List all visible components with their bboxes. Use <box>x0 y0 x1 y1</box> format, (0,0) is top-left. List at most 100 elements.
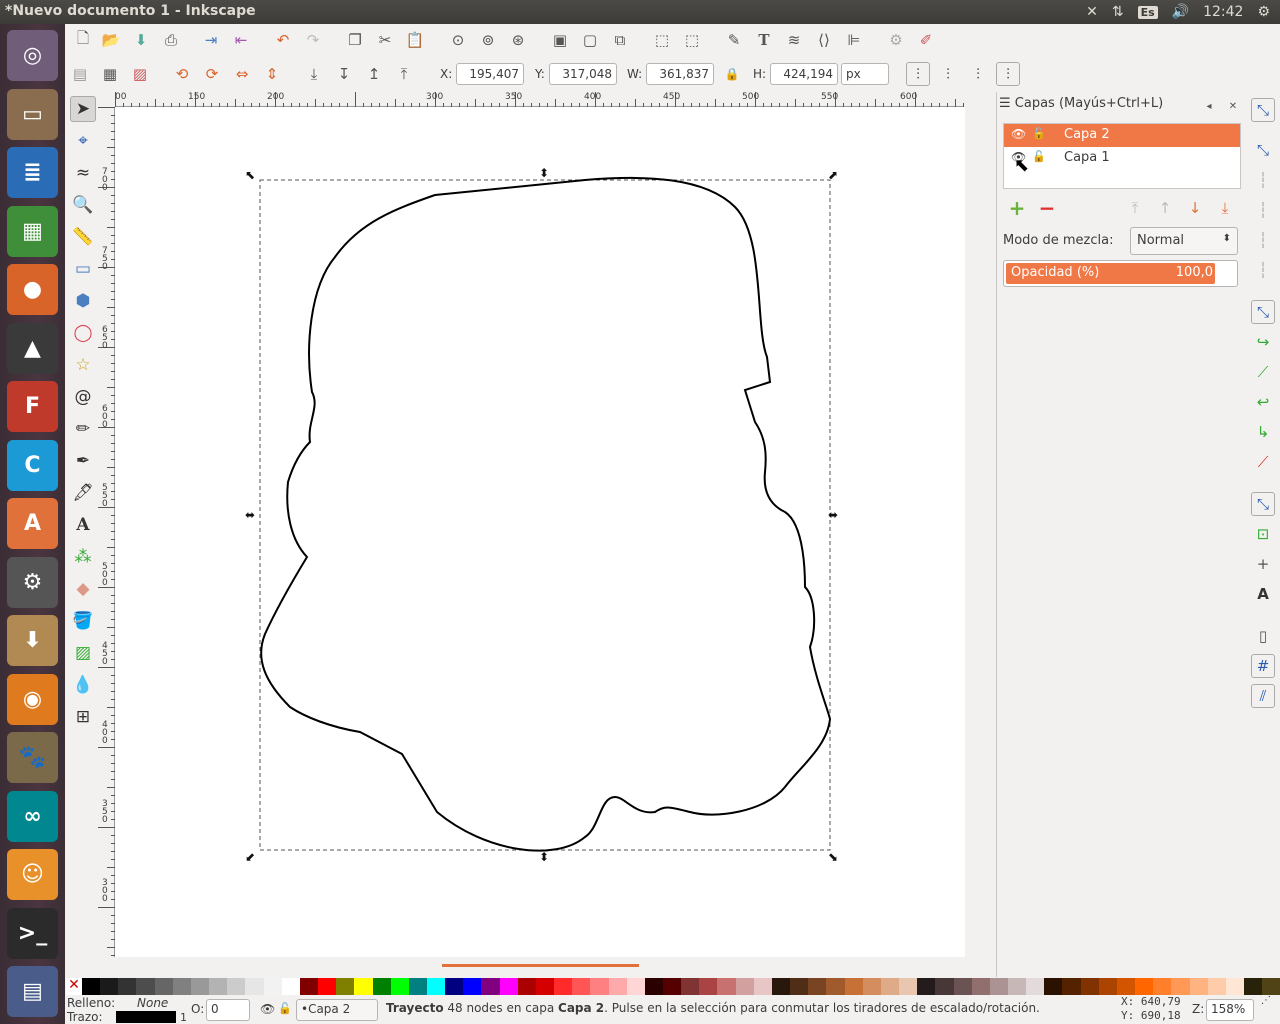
lock-open-icon[interactable]: 🔓 <box>1032 127 1046 140</box>
measure-tool-icon[interactable]: 📏 <box>70 224 96 250</box>
text-tool-icon[interactable]: A <box>70 512 96 538</box>
color-swatch[interactable] <box>354 978 373 995</box>
blender-icon[interactable]: ◉ <box>7 673 58 725</box>
snap-icon[interactable]: ⬚ <box>680 28 704 52</box>
undo-icon[interactable]: ↶ <box>271 28 295 52</box>
ungroup-icon[interactable]: ▢ <box>578 28 602 52</box>
color-swatch[interactable] <box>1116 978 1136 995</box>
paste-icon[interactable]: 📋 <box>403 28 427 52</box>
redo-icon[interactable]: ↷ <box>301 28 325 52</box>
color-swatch[interactable] <box>953 978 972 995</box>
rotate-cw-icon[interactable]: ⟳ <box>200 62 224 86</box>
color-swatch[interactable] <box>1026 978 1045 995</box>
preferences-icon[interactable]: ⚙ <box>884 28 908 52</box>
color-swatch[interactable] <box>917 978 936 995</box>
bbox-icon[interactable]: ⬚ <box>650 28 674 52</box>
color-swatch[interactable] <box>1262 978 1280 995</box>
color-swatch[interactable] <box>82 978 101 995</box>
gimp-icon[interactable]: 🐾 <box>7 732 58 783</box>
node-tool-icon[interactable]: ⌖ <box>70 128 96 154</box>
print-icon[interactable]: ⎙ <box>159 28 183 52</box>
writer-icon[interactable]: ≣ <box>7 147 58 198</box>
transfer-icon[interactable]: ⇅ <box>1112 4 1124 20</box>
color-swatch[interactable] <box>880 978 900 995</box>
ubuntu-dash-icon[interactable]: ◎ <box>7 30 58 81</box>
color-swatch[interactable] <box>481 978 500 995</box>
clone-icon[interactable]: ⧉ <box>608 28 632 52</box>
color-swatch[interactable] <box>717 978 736 995</box>
keyboard-layout-indicator[interactable]: Es <box>1137 5 1158 19</box>
lower-icon[interactable]: ↧ <box>332 62 356 86</box>
new-document-icon[interactable]: 🗋 <box>71 28 95 52</box>
color-swatch[interactable] <box>971 978 990 995</box>
pencil-tool-icon[interactable]: ✏ <box>70 416 96 442</box>
rectangle-tool-icon[interactable]: ▭ <box>70 256 96 282</box>
zoom-drawing-icon[interactable]: ⊚ <box>476 28 500 52</box>
color-swatch[interactable] <box>318 978 337 995</box>
layers-icon[interactable]: ≋ <box>782 28 806 52</box>
scratch-icon[interactable]: ☺ <box>7 849 58 900</box>
snap-bbox-center-icon[interactable]: ┆ <box>1251 258 1275 282</box>
color-swatch[interactable] <box>826 978 845 995</box>
spiral-tool-icon[interactable]: @ <box>70 384 96 410</box>
archive-icon[interactable]: ⬇ <box>7 615 58 666</box>
snap-bbox-edge-icon[interactable]: ┆ <box>1251 168 1275 192</box>
cut-icon[interactable]: ✂ <box>373 28 397 52</box>
current-layer-select[interactable]: •Capa 2 <box>296 999 378 1021</box>
star-tool-icon[interactable]: ☆ <box>70 352 96 378</box>
color-swatch[interactable] <box>572 978 591 995</box>
layer-name[interactable]: Capa 1 <box>1064 150 1110 165</box>
color-swatch[interactable] <box>626 978 645 995</box>
color-swatch[interactable] <box>227 978 246 995</box>
vertical-scrollbar[interactable] <box>961 92 996 977</box>
xml-editor-icon[interactable]: ⟨⟩ <box>812 28 836 52</box>
color-swatch[interactable] <box>535 978 555 995</box>
color-swatch[interactable] <box>172 978 191 995</box>
snap-others-icon[interactable]: ⤡ <box>1251 492 1275 516</box>
color-swatch[interactable] <box>517 978 536 995</box>
calligraphy-tool-icon[interactable]: 🖋 <box>70 480 96 506</box>
tweak-tool-icon[interactable]: ≈ <box>70 160 96 186</box>
color-swatch[interactable] <box>608 978 627 995</box>
drawing-canvas[interactable]: ⬉ ⬍ ⬈ ⬌ ⬌ ⬋ ⬍ ⬊ <box>115 107 965 957</box>
color-swatch[interactable] <box>1080 978 1099 995</box>
lock-open-icon[interactable]: 🔓 <box>1032 150 1046 163</box>
layer-bottom-icon[interactable]: ⤓ <box>1213 196 1237 220</box>
snap-center-icon[interactable]: ⊡ <box>1251 522 1275 546</box>
opacity-o-input[interactable]: 0 <box>206 999 250 1021</box>
snap-guide-icon[interactable]: ⫽ <box>1251 684 1275 708</box>
flip-vertical-icon[interactable]: ⇕ <box>260 62 284 86</box>
color-swatch[interactable] <box>844 978 863 995</box>
raise-icon[interactable]: ↥ <box>362 62 386 86</box>
toggle-visibility-icon[interactable]: 👁 <box>260 1002 275 1016</box>
color-swatch[interactable] <box>1062 978 1081 995</box>
deselect-icon[interactable]: ▨ <box>128 62 152 86</box>
layer-row-capa-1[interactable]: 👁 🔓 Capa 1 <box>1004 147 1240 170</box>
snap-smooth-icon[interactable]: ↳ <box>1251 420 1275 444</box>
rotate-ccw-icon[interactable]: ⟲ <box>170 62 194 86</box>
color-swatch[interactable] <box>1044 978 1063 995</box>
raise-top-icon[interactable]: ⤒ <box>392 62 416 86</box>
text-font-icon[interactable]: T <box>752 28 776 52</box>
h-input[interactable]: 424,194 <box>770 63 838 85</box>
color-swatch[interactable] <box>336 978 355 995</box>
color-swatch[interactable] <box>445 978 464 995</box>
files-icon[interactable]: ▭ <box>7 88 58 140</box>
color-swatch[interactable] <box>753 978 772 995</box>
cmaptools-icon[interactable]: C <box>7 439 58 491</box>
save-icon[interactable]: ⬇ <box>129 28 153 52</box>
snap-nodes-icon[interactable]: ⤡ <box>1251 300 1275 324</box>
layer-name[interactable]: Capa 2 <box>1064 127 1110 142</box>
session-gear-icon[interactable]: ⚙ <box>1257 4 1270 20</box>
snap-cusp-icon[interactable]: ↩ <box>1251 390 1275 414</box>
scale-stroke-icon[interactable]: ⫶ <box>906 62 930 86</box>
settings-icon[interactable]: ⚙ <box>7 556 58 608</box>
snap-bbox-icon[interactable]: ⤡ <box>1251 138 1275 162</box>
document-properties-icon[interactable]: ✐ <box>914 28 938 52</box>
color-swatch[interactable] <box>190 978 210 995</box>
volume-icon[interactable]: 🔊 <box>1172 4 1189 20</box>
color-swatch[interactable] <box>390 978 409 995</box>
color-swatch[interactable] <box>1135 978 1154 995</box>
y-input[interactable]: 317,048 <box>549 63 617 85</box>
terminal-icon[interactable]: >_ <box>7 907 58 959</box>
